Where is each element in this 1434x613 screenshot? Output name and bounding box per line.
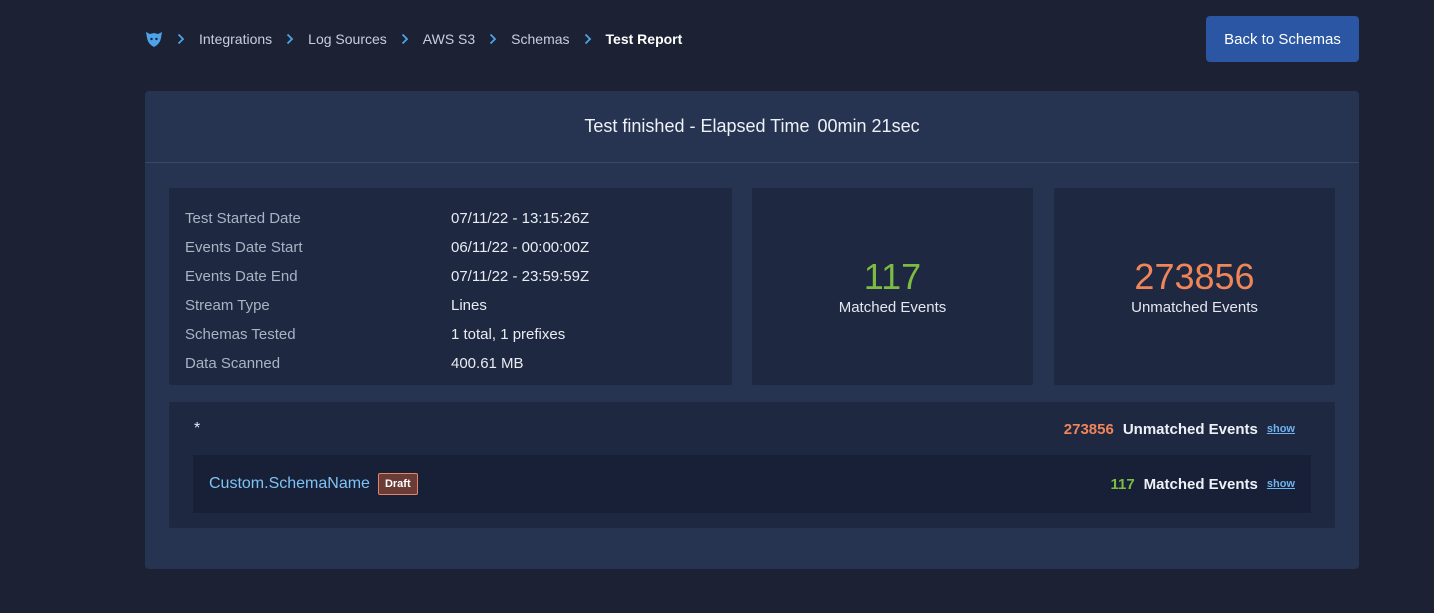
chevron-right-icon [177, 33, 185, 45]
detail-value: 07/11/22 - 23:59:59Z [451, 268, 590, 285]
breadcrumb-schemas[interactable]: Schemas [511, 31, 569, 47]
detail-label: Stream Type [185, 297, 270, 314]
schema-info: Custom.SchemaName Draft [209, 473, 418, 495]
schema-matched-count: 117 [1110, 475, 1135, 493]
detail-row: Events Date End 07/11/22 - 23:59:59Z [185, 262, 716, 291]
schema-name-link[interactable]: Custom.SchemaName [209, 475, 370, 493]
prefix-unmatched-label: Unmatched Events [1122, 420, 1258, 438]
detail-label: Schemas Tested [185, 326, 296, 343]
breadcrumb-aws-s3[interactable]: AWS S3 [423, 31, 475, 47]
detail-row: Test Started Date 07/11/22 - 13:15:26Z [185, 204, 716, 233]
matched-events-card: 117 Matched Events [752, 188, 1033, 385]
detail-row: Stream Type Lines [185, 291, 716, 320]
schema-matched-label: Matched Events [1143, 475, 1258, 493]
detail-value: 1 total, 1 prefixes [451, 326, 566, 343]
breadcrumb: Integrations Log Sources AWS S3 Schemas … [145, 30, 682, 48]
panther-logo-icon[interactable] [145, 30, 163, 48]
test-status-text: Test finished - Elapsed Time [584, 116, 810, 136]
detail-value: 07/11/22 - 13:15:26Z [451, 210, 590, 227]
chevron-right-icon [489, 33, 497, 45]
detail-value: 06/11/22 - 00:00:00Z [451, 239, 590, 256]
elapsed-time: 00min 21sec [817, 116, 920, 136]
matched-events-count: 117 [863, 256, 922, 297]
detail-row: Schemas Tested 1 total, 1 prefixes [185, 320, 716, 349]
test-report-panel: Test finished - Elapsed Time 00min 21sec… [145, 91, 1359, 569]
prefix-unmatched-summary: 273856 Unmatched Events show [1064, 421, 1295, 438]
breadcrumb-current: Test Report [605, 31, 683, 47]
draft-badge: Draft [377, 473, 418, 495]
prefix-results: * 273856 Unmatched Events show Custom.Sc… [169, 402, 1335, 528]
prefix-row: * 273856 Unmatched Events show [194, 418, 1295, 440]
detail-label: Test Started Date [185, 210, 301, 227]
chevron-right-icon [584, 33, 592, 45]
back-to-schemas-button[interactable]: Back to Schemas [1206, 16, 1359, 62]
unmatched-events-count: 273856 [1134, 256, 1255, 297]
detail-label: Events Date End [185, 268, 298, 285]
breadcrumb-log-sources[interactable]: Log Sources [308, 31, 387, 47]
detail-value: Lines [451, 297, 487, 314]
chevron-right-icon [286, 33, 294, 45]
unmatched-events-label: Unmatched Events [1131, 299, 1258, 316]
top-bar: Integrations Log Sources AWS S3 Schemas … [145, 16, 1359, 62]
detail-row: Events Date Start 06/11/22 - 00:00:00Z [185, 233, 716, 262]
prefix-name: * [194, 420, 201, 437]
test-details: Test Started Date 07/11/22 - 13:15:26Z E… [169, 188, 732, 385]
show-matched-link[interactable]: show [1267, 478, 1295, 490]
detail-row: Data Scanned 400.61 MB [185, 349, 716, 378]
prefix-unmatched-count: 273856 [1063, 420, 1114, 438]
matched-events-label: Matched Events [838, 299, 947, 316]
unmatched-events-card: 273856 Unmatched Events [1054, 188, 1335, 385]
detail-label: Data Scanned [185, 355, 281, 372]
schema-row: Custom.SchemaName Draft 117 Matched Even… [193, 455, 1311, 513]
detail-label: Events Date Start [185, 239, 303, 256]
show-unmatched-link[interactable]: show [1267, 423, 1295, 435]
detail-value: 400.61 MB [451, 355, 524, 372]
test-status-header: Test finished - Elapsed Time 00min 21sec [145, 91, 1359, 163]
chevron-right-icon [401, 33, 409, 45]
breadcrumb-integrations[interactable]: Integrations [199, 31, 272, 47]
schema-matched-summary: 117 Matched Events show [1110, 476, 1295, 493]
